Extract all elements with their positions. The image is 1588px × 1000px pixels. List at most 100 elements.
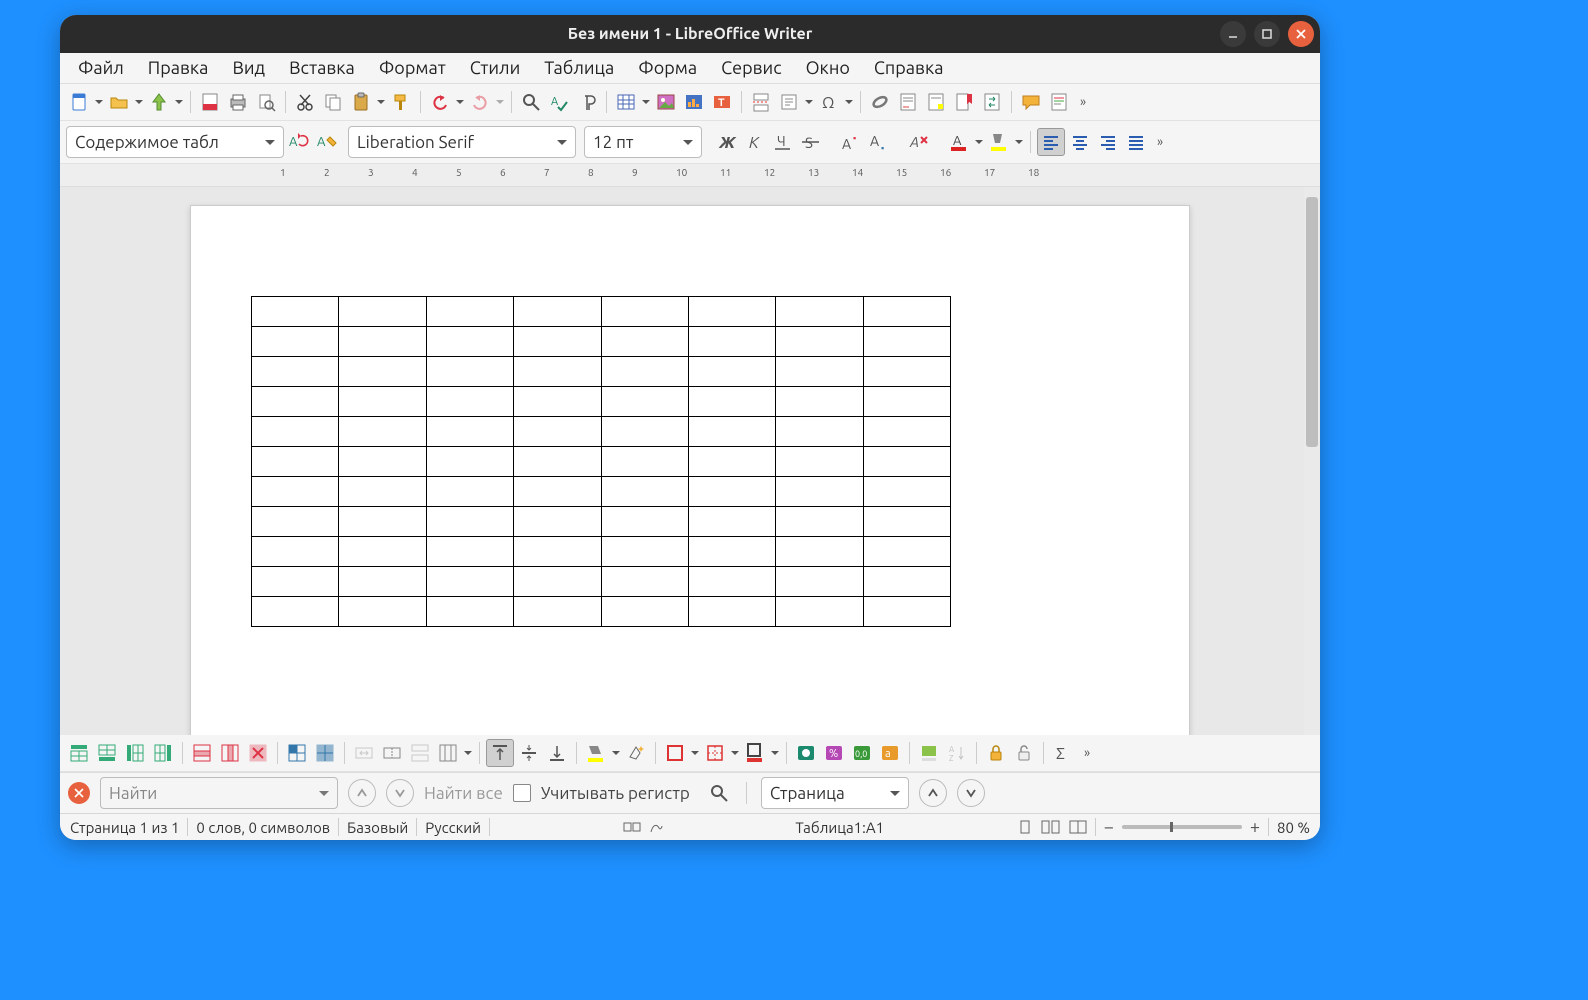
optimize-button[interactable] — [435, 740, 461, 766]
menu-edit[interactable]: Правка — [138, 55, 219, 81]
cross-ref-button[interactable] — [979, 89, 1005, 115]
menu-format[interactable]: Формат — [369, 55, 456, 81]
table-cell[interactable] — [601, 357, 688, 387]
table-cell[interactable] — [514, 447, 601, 477]
clone-format-button[interactable] — [388, 89, 414, 115]
table-cell[interactable] — [863, 327, 950, 357]
table-cell[interactable] — [252, 357, 339, 387]
menu-window[interactable]: Окно — [796, 55, 860, 81]
table-cell[interactable] — [863, 387, 950, 417]
table-cell[interactable] — [426, 447, 513, 477]
table-cell[interactable] — [601, 567, 688, 597]
zoom-in-button[interactable]: + — [1250, 817, 1260, 837]
table-row[interactable] — [252, 507, 951, 537]
status-language[interactable]: Русский — [425, 819, 481, 836]
horizontal-ruler[interactable]: 123456789101112131415161718 — [60, 164, 1320, 187]
menu-table[interactable]: Таблица — [534, 55, 624, 81]
table-cell[interactable] — [601, 447, 688, 477]
valign-bottom-button[interactable] — [544, 740, 570, 766]
table-cell[interactable] — [601, 387, 688, 417]
delete-table-button[interactable] — [245, 740, 271, 766]
table-cell[interactable] — [339, 477, 426, 507]
menu-file[interactable]: Файл — [68, 55, 134, 81]
table-cell[interactable] — [514, 297, 601, 327]
table-cell[interactable] — [863, 447, 950, 477]
table-cell[interactable] — [688, 387, 775, 417]
table-cell[interactable] — [339, 297, 426, 327]
table-cell[interactable] — [601, 597, 688, 627]
find-input[interactable]: Найти — [100, 777, 338, 809]
table-cell[interactable] — [601, 297, 688, 327]
justify-button[interactable] — [1123, 129, 1149, 155]
table-cell[interactable] — [776, 597, 863, 627]
nav-prev-button[interactable] — [919, 779, 947, 807]
insert-chart-button[interactable] — [681, 89, 707, 115]
split-cells-button[interactable] — [379, 740, 405, 766]
print-button[interactable] — [225, 89, 251, 115]
insert-mode-icon[interactable] — [623, 820, 641, 834]
table-cell[interactable] — [863, 417, 950, 447]
insert-textbox-button[interactable]: T — [709, 89, 735, 115]
table-cell[interactable] — [863, 507, 950, 537]
table-cell[interactable] — [426, 537, 513, 567]
table-cell[interactable] — [252, 417, 339, 447]
insert-table-button[interactable] — [613, 89, 639, 115]
table-cell[interactable] — [514, 477, 601, 507]
table-cell[interactable] — [339, 357, 426, 387]
table-cell[interactable] — [863, 357, 950, 387]
table-cell[interactable] — [252, 597, 339, 627]
special-char-dropdown[interactable] — [844, 89, 854, 115]
nonprinting-button[interactable] — [574, 89, 600, 115]
unprotect-cells-button[interactable] — [1011, 740, 1037, 766]
strike-button[interactable]: S — [798, 129, 824, 155]
insert-field-button[interactable] — [776, 89, 802, 115]
menu-form[interactable]: Форма — [628, 55, 707, 81]
table-cell[interactable] — [514, 567, 601, 597]
number-format-standard-button[interactable]: a — [877, 740, 903, 766]
find-prev-button[interactable] — [348, 779, 376, 807]
table-cell[interactable] — [514, 597, 601, 627]
table-cell[interactable] — [339, 387, 426, 417]
table-cell[interactable] — [514, 387, 601, 417]
table-cell[interactable] — [514, 327, 601, 357]
font-color-button[interactable]: A — [946, 129, 972, 155]
table-cell[interactable] — [863, 567, 950, 597]
subscript-button[interactable]: A▪ — [866, 129, 892, 155]
vertical-scrollbar[interactable] — [1304, 187, 1320, 735]
table-cell[interactable] — [514, 357, 601, 387]
table-cell[interactable] — [688, 447, 775, 477]
border-color-dropdown[interactable] — [770, 740, 780, 766]
open-button[interactable] — [106, 89, 132, 115]
bold-button[interactable]: Ж — [714, 129, 740, 155]
align-left-button[interactable] — [1037, 128, 1065, 156]
paste-dropdown[interactable] — [376, 89, 386, 115]
table-cell[interactable] — [601, 537, 688, 567]
table-cell[interactable] — [776, 417, 863, 447]
number-format-currency-button[interactable] — [793, 740, 819, 766]
new-dropdown[interactable] — [94, 89, 104, 115]
document-table[interactable] — [251, 296, 951, 627]
menu-view[interactable]: Вид — [222, 55, 275, 81]
table-cell[interactable] — [863, 477, 950, 507]
sum-button[interactable]: Σ — [1050, 740, 1076, 766]
view-single-icon[interactable] — [1017, 820, 1033, 834]
zoom-out-button[interactable]: − — [1104, 817, 1114, 837]
table-cell[interactable] — [601, 417, 688, 447]
table-row[interactable] — [252, 417, 951, 447]
minimize-button[interactable] — [1220, 21, 1246, 47]
table-cell[interactable] — [688, 417, 775, 447]
status-cell[interactable]: Таблица1:A1 — [795, 819, 884, 836]
borders-button[interactable] — [702, 740, 728, 766]
page-break-button[interactable] — [748, 89, 774, 115]
zoom-value[interactable]: 80 % — [1277, 819, 1310, 836]
insert-table-dropdown[interactable] — [641, 89, 651, 115]
table-cell[interactable] — [601, 507, 688, 537]
table-cell[interactable] — [688, 537, 775, 567]
match-case-checkbox[interactable] — [513, 784, 531, 802]
new-style-button[interactable]: A — [314, 129, 340, 155]
nav-next-button[interactable] — [957, 779, 985, 807]
table-cell[interactable] — [776, 387, 863, 417]
table-cell[interactable] — [688, 477, 775, 507]
table-cell[interactable] — [601, 327, 688, 357]
table-cell[interactable] — [776, 447, 863, 477]
